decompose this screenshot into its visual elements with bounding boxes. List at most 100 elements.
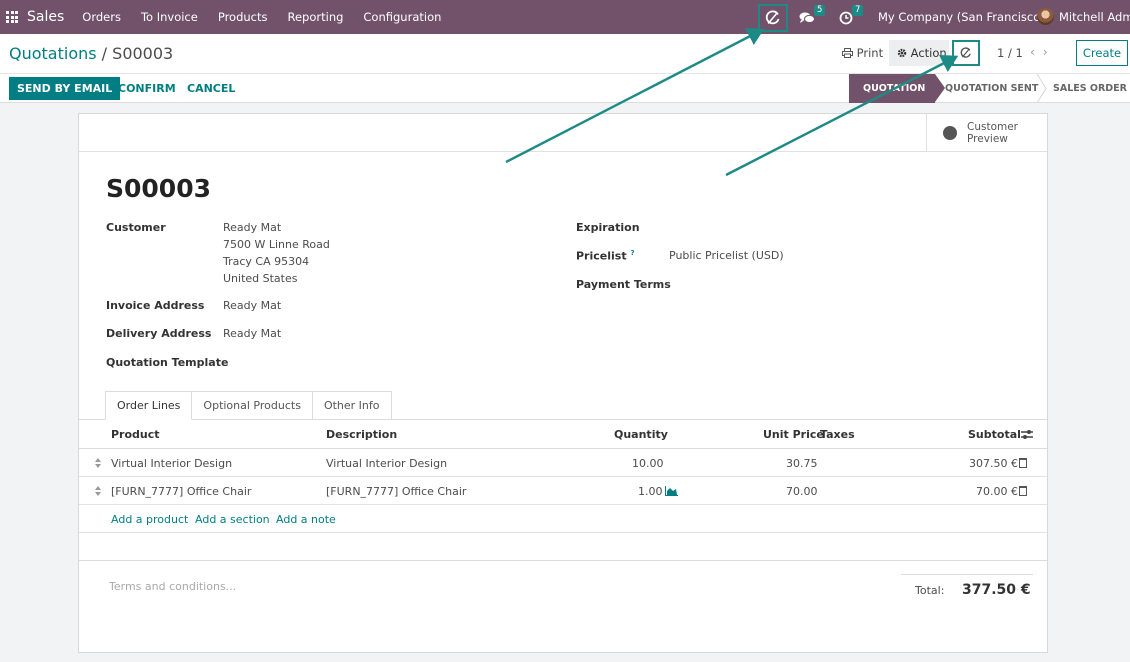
add-section-link[interactable]: Add a section (195, 513, 270, 526)
payment-terms-label: Payment Terms (576, 278, 671, 291)
empty-row (79, 533, 1047, 561)
notebook-tabs: Order Lines Optional Products Other Info (105, 391, 392, 420)
cancel-button[interactable]: CANCEL (187, 82, 235, 95)
stage-quotation[interactable]: QUOTATION (849, 74, 945, 103)
stage-sales-order[interactable]: SALES ORDER (1053, 74, 1127, 103)
menu-orders[interactable]: Orders (82, 10, 121, 24)
add-note-link[interactable]: Add a note (276, 513, 336, 526)
customer-city: Tracy CA 95304 (223, 255, 310, 268)
control-panel: Quotations / S00003 Print Action 1 / 1 ‹… (0, 34, 1130, 73)
pricelist-help-icon[interactable]: ? (630, 249, 634, 257)
form-statusbar: SEND BY EMAIL CONFIRM CANCEL QUOTATION Q… (0, 73, 1130, 103)
customer-preview-label: Customer Preview (967, 121, 1019, 145)
col-subtotal[interactable]: Subtotal (968, 428, 1021, 441)
gear-icon (897, 48, 907, 58)
terms-and-conditions-field[interactable]: Terms and conditions... (109, 580, 236, 593)
confirm-button[interactable]: CONFIRM (118, 82, 176, 95)
tab-optional-products[interactable]: Optional Products (192, 391, 313, 420)
invoice-address-label: Invoice Address (106, 299, 205, 312)
add-product-link[interactable]: Add a product (111, 513, 188, 526)
menu-reporting[interactable]: Reporting (288, 10, 344, 24)
trash-icon[interactable] (1019, 458, 1027, 468)
row-quantity[interactable]: 10.00 (632, 457, 664, 470)
row-quantity[interactable]: 1.00 (638, 485, 663, 498)
pager-value[interactable]: 1 / 1 (997, 46, 1023, 60)
quotation-template-label: Quotation Template (106, 356, 229, 369)
smart-button-box: Customer Preview (79, 114, 1047, 152)
drag-handle-icon[interactable] (95, 486, 101, 496)
create-button[interactable]: Create (1076, 40, 1128, 66)
col-quantity[interactable]: Quantity (614, 428, 668, 441)
col-description[interactable]: Description (326, 428, 397, 441)
globe-icon (943, 126, 957, 140)
expiration-label: Expiration (576, 221, 640, 234)
row-subtotal: 70.00 € (976, 485, 1018, 498)
menu-products[interactable]: Products (218, 10, 268, 24)
order-lines-header: Product Description Quantity Unit Price … (79, 420, 1047, 449)
pager-prev-icon[interactable]: ‹ (1030, 45, 1043, 59)
trash-icon[interactable] (1019, 486, 1027, 496)
menu-configuration[interactable]: Configuration (363, 10, 441, 24)
customer-name: Ready Mat (223, 221, 282, 234)
col-unit-price[interactable]: Unit Price (763, 428, 824, 441)
customer-label: Customer (106, 221, 166, 234)
breadcrumb-separator: / (96, 44, 113, 63)
optional-columns-icon[interactable] (1021, 429, 1033, 440)
total-label: Total: (915, 584, 945, 597)
messages-count-badge: 5 (814, 5, 826, 16)
row-subtotal: 307.50 € (969, 457, 1018, 470)
breadcrumb: Quotations / S00003 (9, 44, 173, 63)
pager-next-icon[interactable]: › (1043, 45, 1056, 59)
row-product[interactable]: Virtual Interior Design (111, 457, 232, 470)
customer-field[interactable]: Ready Mat 7500 W Linne Road Tracy CA 953… (223, 219, 330, 287)
menu-to-invoice[interactable]: To Invoice (141, 10, 198, 24)
total-value: 377.50 € (962, 582, 1031, 598)
pricelist-field[interactable]: Public Pricelist (USD) (669, 247, 784, 264)
apps-menu-icon[interactable] (6, 11, 18, 23)
action-label: Action (910, 46, 947, 60)
row-unit-price[interactable]: 70.00 (786, 485, 818, 498)
drag-handle-icon[interactable] (95, 458, 101, 468)
tab-order-lines[interactable]: Order Lines (105, 391, 193, 420)
print-label: Print (856, 46, 884, 60)
total-divider (901, 574, 1033, 575)
invoice-address-field[interactable]: Ready Mat (223, 297, 281, 314)
action-button[interactable]: Action (889, 40, 949, 66)
pricelist-label: Pricelist ? (576, 249, 635, 263)
forecast-chart-icon[interactable] (665, 486, 678, 496)
pager-arrows: ‹› (1030, 45, 1056, 59)
table-row[interactable]: Virtual Interior Design Virtual Interior… (79, 449, 1047, 477)
breadcrumb-quotations[interactable]: Quotations (9, 44, 97, 63)
print-button[interactable]: Print (842, 46, 883, 60)
row-description[interactable]: Virtual Interior Design (326, 457, 447, 470)
customer-country: United States (223, 272, 298, 285)
row-description[interactable]: [FURN_7777] Office Chair (326, 485, 466, 498)
pricelist-label-text: Pricelist (576, 249, 627, 263)
col-product[interactable]: Product (111, 428, 160, 441)
form-sheet: Customer Preview S00003 Customer Ready M… (78, 113, 1048, 653)
activities-count-badge: 7 (852, 5, 864, 16)
top-navbar: Sales Orders To Invoice Products Reporti… (0, 0, 1130, 34)
app-name[interactable]: Sales (27, 9, 64, 25)
main-menu: Orders To Invoice Products Reporting Con… (82, 10, 461, 24)
col-taxes[interactable]: Taxes (820, 428, 855, 441)
send-by-email-button[interactable]: SEND BY EMAIL (9, 77, 121, 100)
customer-preview-button[interactable]: Customer Preview (926, 114, 1048, 152)
user-avatar[interactable] (1037, 8, 1054, 25)
user-menu[interactable]: Mitchell Admin (1059, 10, 1130, 24)
add-line-row: Add a product Add a section Add a note (79, 505, 1047, 533)
table-row[interactable]: [FURN_7777] Office Chair [FURN_7777] Off… (79, 477, 1047, 505)
company-switcher[interactable]: My Company (San Francisco) (878, 10, 1045, 24)
row-product[interactable]: [FURN_7777] Office Chair (111, 485, 251, 498)
sync-systray-icon[interactable] (758, 4, 788, 32)
sync-record-icon[interactable] (952, 40, 980, 66)
delivery-address-field[interactable]: Ready Mat (223, 325, 281, 342)
stage-quotation-sent[interactable]: QUOTATION SENT (945, 74, 1038, 103)
tab-other-info[interactable]: Other Info (312, 391, 392, 420)
quotation-number: S00003 (106, 174, 211, 203)
delivery-address-label: Delivery Address (106, 327, 212, 340)
breadcrumb-current: S00003 (112, 44, 174, 63)
row-unit-price[interactable]: 30.75 (786, 457, 818, 470)
customer-street: 7500 W Linne Road (223, 238, 330, 251)
stage-separator (1036, 74, 1047, 103)
